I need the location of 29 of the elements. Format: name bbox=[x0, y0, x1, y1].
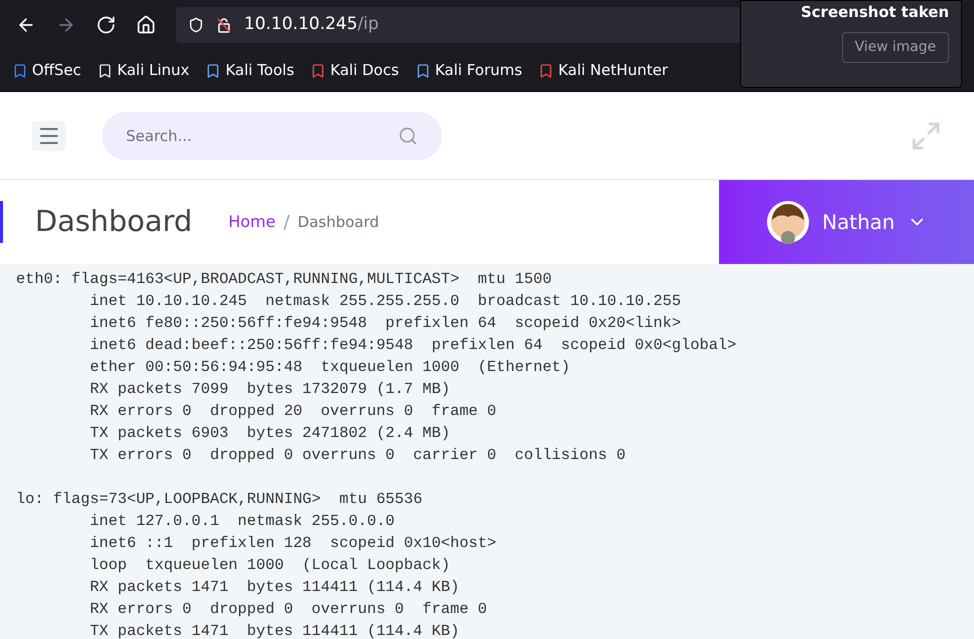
view-image-button[interactable]: View image bbox=[842, 32, 949, 62]
bookmark-link[interactable]: Kali Tools bbox=[205, 59, 294, 82]
bookmark-icon bbox=[12, 62, 28, 78]
bookmark-link[interactable]: Kali Forums bbox=[414, 59, 522, 82]
avatar-icon bbox=[766, 200, 810, 244]
bookmark-link[interactable]: Kali Docs bbox=[310, 59, 399, 82]
insecure-lock-icon bbox=[216, 17, 232, 33]
bookmark-icon bbox=[97, 62, 114, 78]
url-text: 10.10.10.245/ip bbox=[244, 13, 379, 36]
search-field[interactable]: Search... bbox=[102, 112, 442, 160]
user-menu-button[interactable]: Nathan bbox=[719, 180, 974, 264]
menu-button[interactable] bbox=[32, 120, 66, 150]
bookmark-icon bbox=[538, 62, 554, 78]
command-output: eth0: flags=4163<UP,BROADCAST,RUNNING,MULTICAST> mtu 1500 inet 10.10.10.245 netmask 255.255.255.0 broadcast 10.10.10.255 inet6 fe80::250:56ff:fe94:9548 prefixlen 64 scopeid 0x20<link> inet6 dead:beef::250:56ff:fe94:9548 prefixlen 64 scopeid 0x0<global> ether 00:50:56:94:95:48 txqueuelen 1000 (Ethernet) RX packets 7099 bytes 1732079 (1.7 MB) RX errors 0 dropped 20 overruns 0 frame 0 TX packets 6903 bytes 2471802 (2.4 MB) TX errors 0 dropped 0 overruns 0 carrier 0 collisions 0 lo: flags=73<UP,LOOPBACK,RUNNING> mtu 65536 inet 127.0.0.1 netmask 255.0.0.0 inet6 ::1 prefixlen 128 scopeid 0x10<host> loop txqueuelen 1000 (Local Loopback) RX packets 1471 bytes 114411 (114.4 KB) RX errors 0 dropped 0 overruns 0 frame 0 TX packets 1471 bytes 114411 (114.4 KB) bbox=[15, 269, 738, 639]
home-icon[interactable] bbox=[136, 15, 156, 35]
breadcrumb-link[interactable]: Home bbox=[228, 210, 276, 234]
search-icon bbox=[398, 126, 418, 146]
bookmark-link[interactable]: OffSec bbox=[12, 59, 82, 82]
shield-icon bbox=[188, 17, 204, 33]
bookmark-icon bbox=[414, 62, 431, 78]
bookmark-icon bbox=[310, 62, 326, 78]
breadcrumb-current: Dashboard bbox=[298, 212, 380, 233]
page-title: Dashboard bbox=[35, 203, 192, 240]
breadcrumb-separator: / bbox=[284, 210, 290, 234]
accent-bar bbox=[0, 201, 3, 243]
bookmark-icon bbox=[205, 62, 222, 78]
reload-icon[interactable] bbox=[96, 15, 116, 35]
bookmark-link[interactable]: Kali NetHunter bbox=[538, 59, 668, 82]
bookmark-link[interactable]: Kali Linux bbox=[97, 59, 190, 82]
